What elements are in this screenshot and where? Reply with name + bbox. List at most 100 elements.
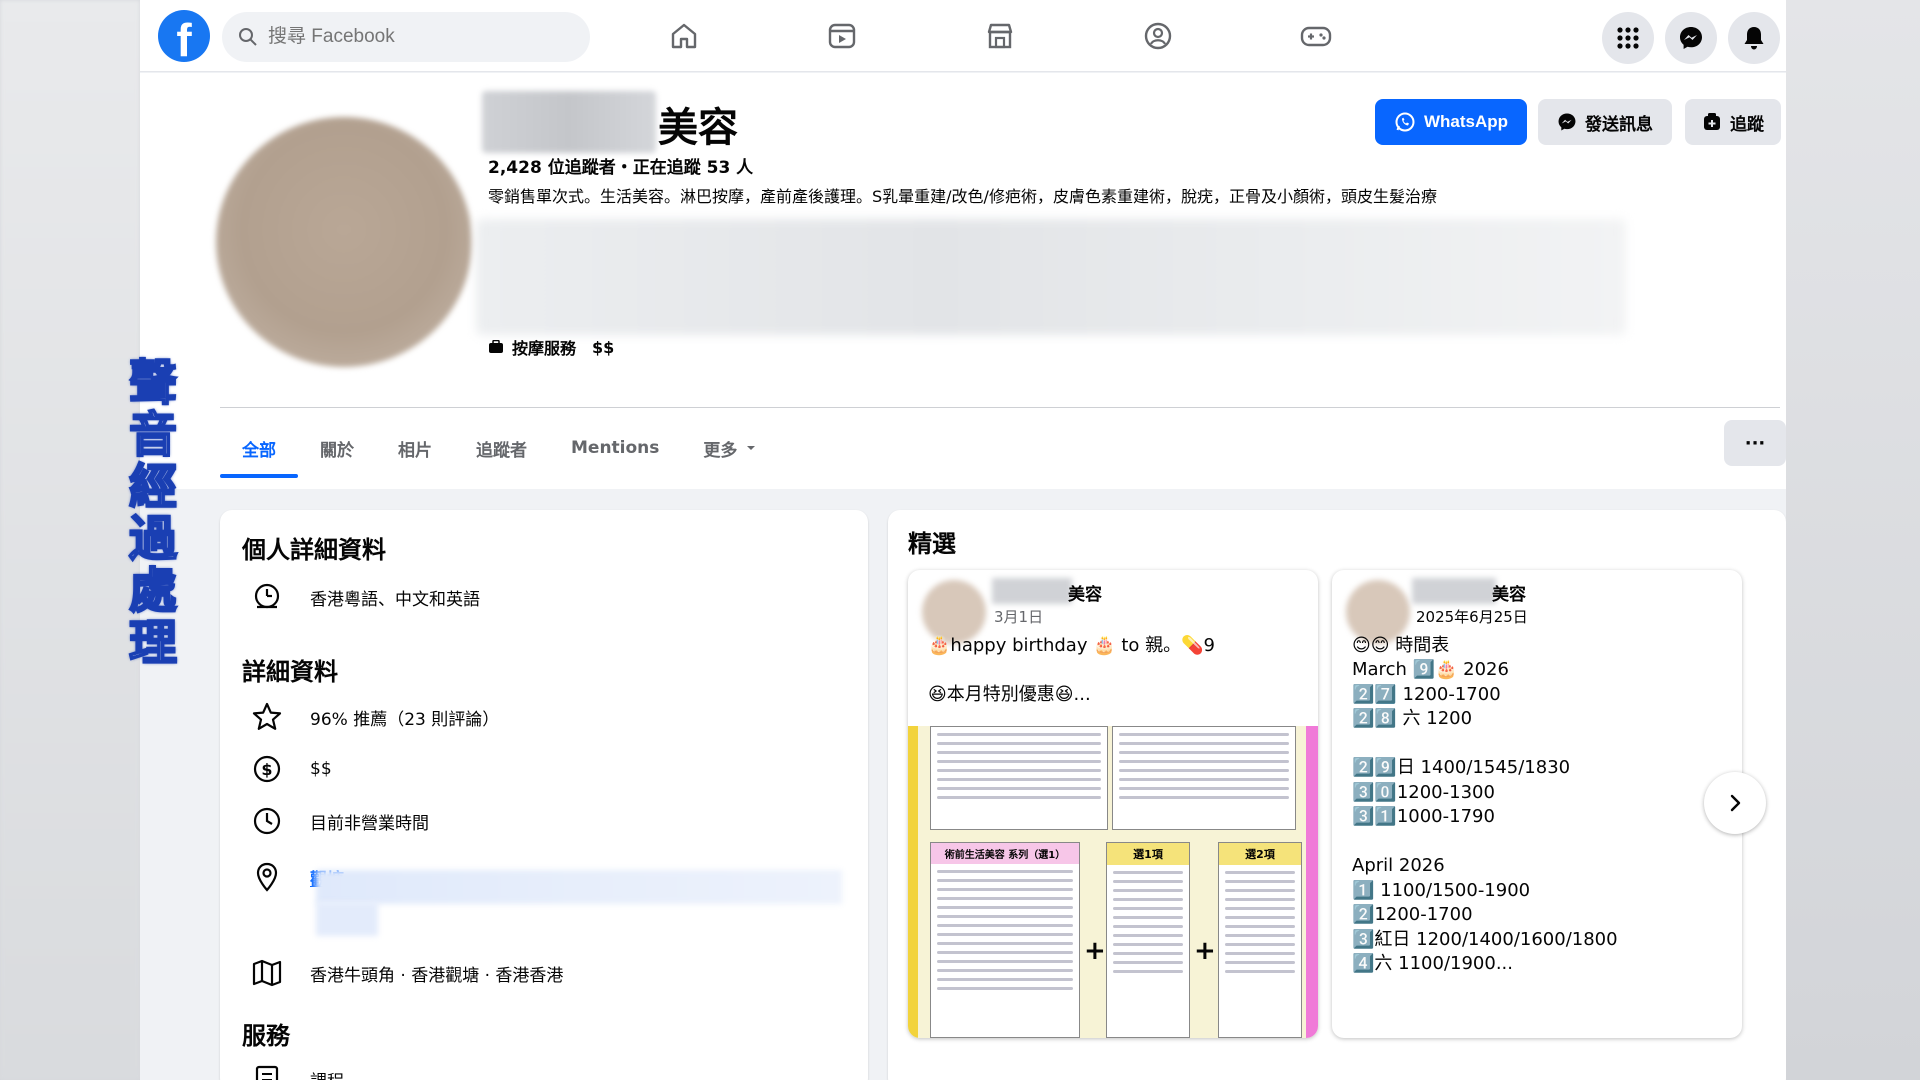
- language-icon: [250, 580, 284, 614]
- featured-heading: 精選: [908, 530, 956, 558]
- follow-plus-icon: [1704, 113, 1720, 130]
- marketplace-icon[interactable]: [978, 14, 1022, 58]
- tab-more[interactable]: 更多: [681, 420, 779, 476]
- notifications-bell-icon[interactable]: [1728, 12, 1780, 64]
- search-input[interactable]: [268, 26, 548, 48]
- search-icon: [239, 28, 257, 46]
- menu-column-3: 選2項: [1218, 842, 1302, 1038]
- carousel-next-button[interactable]: [1704, 772, 1766, 834]
- whatsapp-button-label: WhatsApp: [1423, 112, 1509, 131]
- bio-redaction-blur: [476, 219, 1626, 335]
- featured-post-2[interactable]: 美容 2025年6月25日 😊😊 時間表 March 9️⃣🎂 2026 2️⃣…: [1332, 570, 1742, 1038]
- post-author[interactable]: 美容: [1492, 580, 1526, 605]
- tab-mentions-label: Mentions: [571, 438, 660, 458]
- tab-followers-label: 追蹤者: [476, 440, 527, 461]
- profile-tabs: 全部 關於 相片 追蹤者 Mentions 更多: [220, 420, 779, 478]
- tab-photos[interactable]: 相片: [376, 420, 454, 476]
- follow-button[interactable]: 追蹤: [1685, 99, 1781, 145]
- intro-card: 個人詳細資料 香港粵語、中文和英語 詳細資料 96% 推薦（23 則評論） $ …: [220, 510, 868, 1080]
- audio-processed-watermark: 聲 音 經 過 處 理: [118, 357, 188, 669]
- post-text-line: 3️⃣紅日 1200/1400/1600/1800: [1352, 929, 1618, 950]
- post-date[interactable]: 3月1日: [994, 606, 1043, 627]
- hours-text: 目前非營業時間: [310, 813, 429, 834]
- plus-icon: +: [1084, 936, 1106, 966]
- tab-more-label: 更多: [703, 440, 738, 461]
- facebook-logo[interactable]: f: [158, 10, 210, 62]
- plus-icon: +: [1194, 936, 1216, 966]
- post-text-line: 1️⃣ 1100/1500-1900: [1352, 880, 1531, 901]
- tab-all[interactable]: 全部: [220, 420, 298, 478]
- services-heading: 服務: [242, 1022, 290, 1050]
- post-date[interactable]: 2025年6月25日: [1416, 606, 1528, 627]
- menu-border-pink: [1306, 726, 1318, 1038]
- location-pin-icon: [250, 860, 284, 894]
- briefcase-icon: [489, 340, 503, 353]
- name-redaction-blur: [482, 91, 656, 153]
- messenger-icon: [1558, 113, 1576, 131]
- whatsapp-icon: [1395, 112, 1415, 132]
- whatsapp-button[interactable]: WhatsApp: [1375, 99, 1527, 145]
- languages-row: 香港粵語、中文和英語: [250, 580, 480, 614]
- home-icon[interactable]: [662, 14, 706, 58]
- category-price: $$: [592, 337, 615, 357]
- menu-panel: [930, 726, 1108, 830]
- gaming-icon[interactable]: [1294, 14, 1338, 58]
- caret-down-icon: [747, 446, 756, 450]
- star-icon: [250, 700, 284, 734]
- address-redaction-blur-2: [316, 902, 378, 936]
- featured-post-1[interactable]: 美容 3月1日 🎂happy birthday 🎂 to 親。💊9 😆本月特別優…: [908, 570, 1318, 1038]
- post-text-line: 🎂happy birthday 🎂 to 親。💊9: [928, 635, 1215, 656]
- address-redaction-blur: [316, 870, 842, 904]
- dollar-icon: $: [250, 752, 284, 786]
- post-text-line: March 9️⃣🎂 2026: [1352, 659, 1509, 680]
- svg-text:$: $: [261, 760, 272, 779]
- personal-details-heading: 個人詳細資料: [242, 536, 386, 564]
- tab-about-label: 關於: [320, 440, 354, 461]
- search-box[interactable]: [222, 12, 590, 62]
- follower-stats[interactable]: 2,428 位追蹤者・正在追蹤 53 人: [488, 153, 753, 178]
- languages-text: 香港粵語、中文和英語: [310, 589, 480, 610]
- send-message-button[interactable]: 發送訊息: [1538, 99, 1672, 145]
- rating-text: 96% 推薦（23 則評論）: [310, 709, 500, 730]
- price-text: $$: [310, 759, 332, 779]
- post-text-line: 3️⃣0️⃣1200-1300: [1352, 782, 1495, 803]
- service-item-text: 課程: [310, 1067, 344, 1080]
- post-text-line: 3️⃣1️⃣1000-1790: [1352, 806, 1495, 827]
- menu-panel: [1112, 726, 1296, 830]
- post-text-line: 2️⃣7️⃣ 1200-1700: [1352, 684, 1501, 705]
- price-menu-image[interactable]: 術前生活美容 系列（選1） + 選1項 + 選2項: [908, 726, 1318, 1038]
- profile-avatar[interactable]: [216, 117, 472, 367]
- watermark-char: 處: [128, 563, 178, 619]
- service-areas-text: 香港牛頭角 · 香港觀塘 · 香港香港: [310, 965, 564, 986]
- more-options-button[interactable]: ···: [1724, 420, 1786, 466]
- menu-header-1: 術前生活美容 系列（選1）: [931, 843, 1079, 864]
- menu-grid-icon[interactable]: [1602, 12, 1654, 64]
- post-text-line: April 2026: [1352, 855, 1445, 876]
- groups-icon[interactable]: [1136, 14, 1180, 58]
- list-icon: [250, 1062, 284, 1080]
- watermark-char: 音: [128, 407, 178, 463]
- post-author[interactable]: 美容: [1068, 580, 1102, 605]
- post-text-line: 😊😊 時間表: [1352, 635, 1450, 656]
- tab-mentions[interactable]: Mentions: [549, 420, 681, 476]
- watermark-char: 過: [128, 511, 178, 567]
- messenger-icon[interactable]: [1665, 12, 1717, 64]
- menu-header-2: 選1項: [1107, 843, 1189, 865]
- hours-row[interactable]: 目前非營業時間: [250, 804, 429, 838]
- post-text-line: 2️⃣1200-1700: [1352, 904, 1473, 925]
- watermark-char: 經: [128, 459, 178, 515]
- post-name-blur: [992, 578, 1072, 604]
- video-icon[interactable]: [820, 14, 864, 58]
- follow-button-label: 追蹤: [1730, 114, 1764, 134]
- top-navigation-bar: f: [140, 0, 1786, 72]
- page-category: 按摩服務 $$: [488, 335, 614, 359]
- post-text-line: 2️⃣9️⃣日 1400/1545/1830: [1352, 757, 1571, 778]
- tab-followers[interactable]: 追蹤者: [454, 420, 549, 476]
- service-row: 課程: [250, 1062, 344, 1080]
- category-label: 按摩服務: [512, 339, 577, 358]
- tab-about[interactable]: 關於: [298, 420, 376, 476]
- rating-row[interactable]: 96% 推薦（23 則評論）: [250, 700, 499, 734]
- menu-border-yellow: [908, 726, 918, 1038]
- price-row: $ $$: [250, 752, 332, 786]
- post-name-blur: [1412, 578, 1496, 604]
